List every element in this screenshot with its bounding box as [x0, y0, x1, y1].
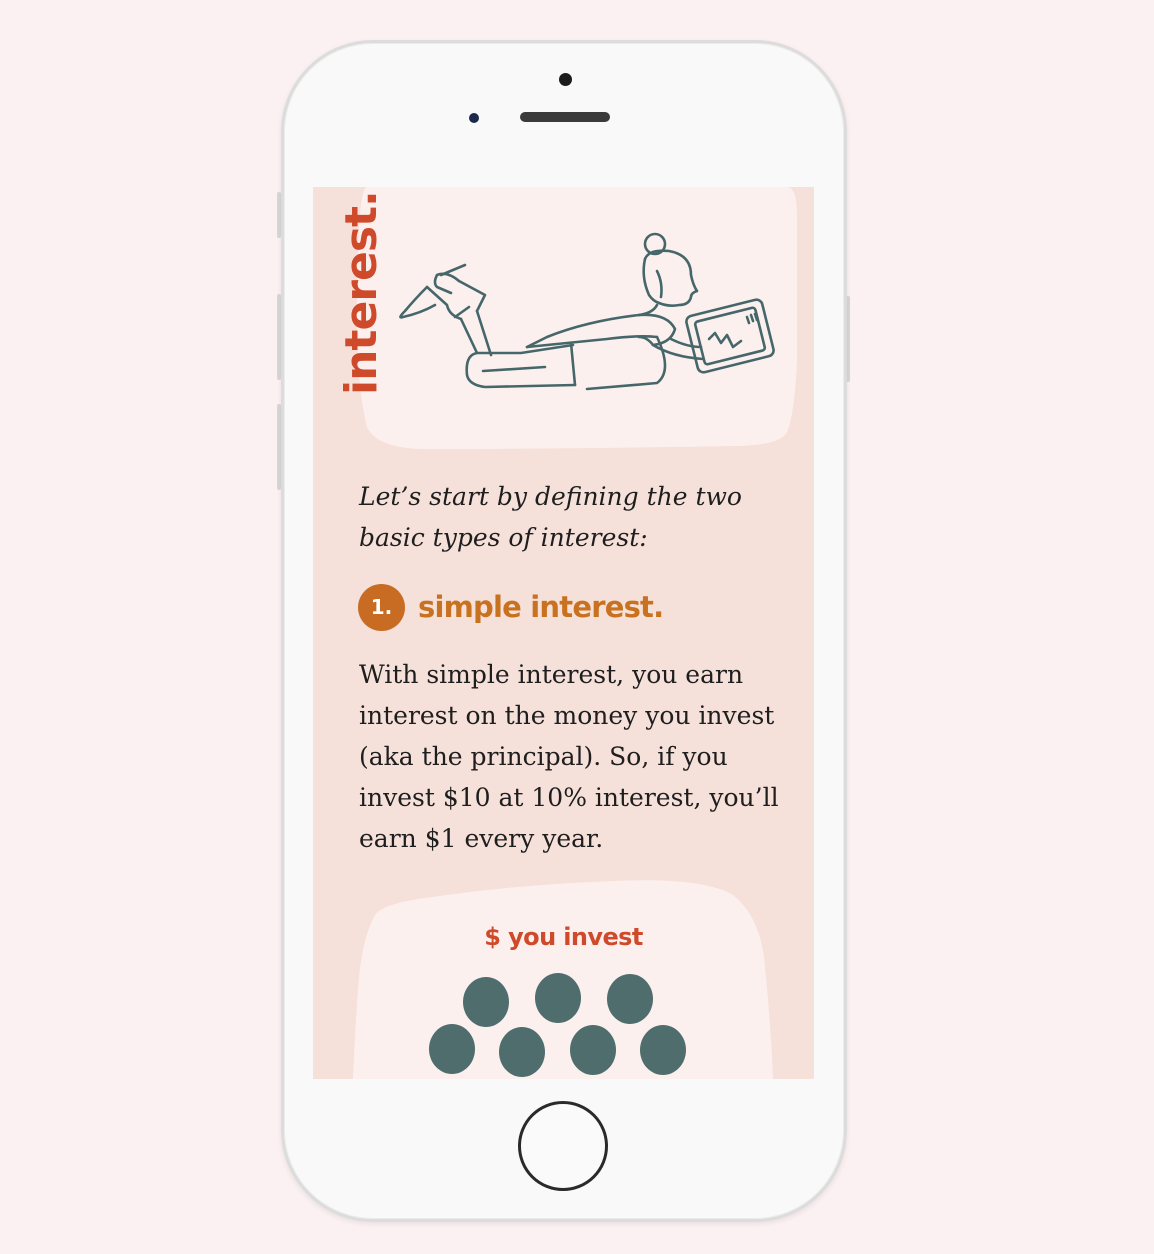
front-sensor [559, 73, 572, 86]
coin [463, 977, 509, 1027]
illustration-panel [357, 187, 797, 449]
coin [535, 973, 581, 1023]
coin [570, 1025, 616, 1075]
home-button[interactable] [518, 1101, 608, 1191]
step-heading: 1. simple interest. [358, 583, 664, 631]
body-paragraph: With simple interest, you earn interest … [359, 660, 779, 853]
phone-screen[interactable]: interest. Let’s start by defining the tw… [313, 187, 814, 1079]
coin-stack-icon [429, 973, 686, 1077]
intro-text: Let’s start by defining the two basic ty… [359, 482, 742, 552]
step-number-badge: 1. [358, 583, 405, 631]
front-camera [469, 113, 479, 123]
earpiece-speaker [520, 112, 610, 122]
coin [607, 974, 653, 1024]
coin [499, 1027, 545, 1077]
coin [429, 1024, 475, 1074]
section-title-vertical: interest. [336, 191, 387, 395]
stage: interest. Let’s start by defining the tw… [0, 0, 1154, 1254]
step-title: simple interest. [418, 590, 664, 624]
coin [640, 1025, 686, 1075]
illustration-bg-blob [357, 187, 797, 449]
